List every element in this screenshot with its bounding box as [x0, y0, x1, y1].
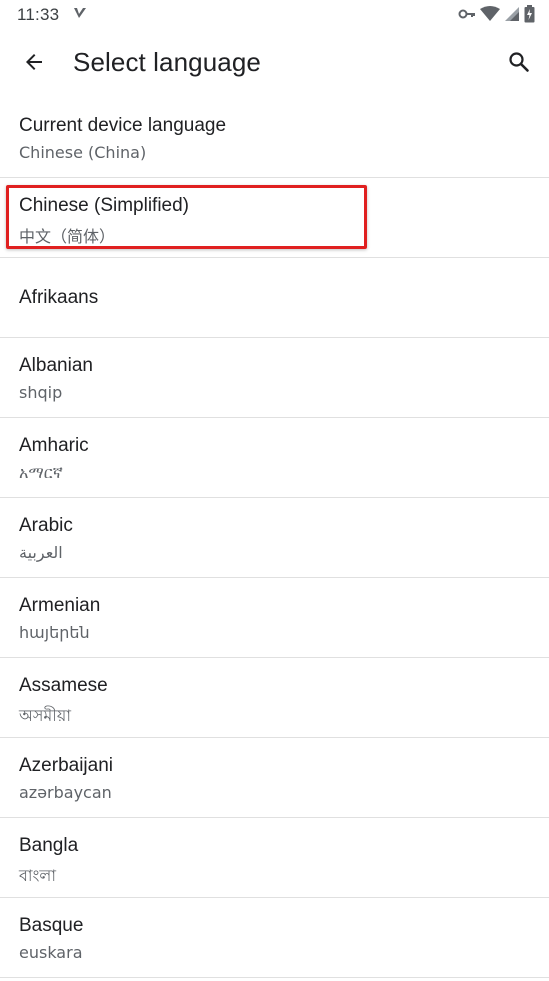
back-button[interactable]: [14, 44, 54, 84]
language-item-amharic[interactable]: Amharic አማርኛ: [0, 418, 549, 498]
language-native-name: shqip: [19, 383, 63, 402]
language-item-current-device[interactable]: Current device language Chinese (China): [0, 98, 549, 178]
language-item-bangla[interactable]: Bangla বাংলা: [0, 818, 549, 898]
language-name: Chinese (Simplified): [19, 195, 190, 216]
language-item-armenian[interactable]: Armenian հայերեն: [0, 578, 549, 658]
language-name: Assamese: [19, 675, 108, 696]
language-name: Basque: [19, 915, 84, 936]
language-name: Bangla: [19, 835, 79, 856]
language-native-name: العربية: [19, 543, 63, 562]
status-icons: [458, 5, 535, 28]
language-list: Current device language Chinese (China) …: [0, 98, 549, 978]
language-name: Albanian: [19, 355, 93, 376]
search-icon: [507, 50, 531, 79]
arrow-back-icon: [22, 50, 46, 79]
status-time: 11:33: [17, 5, 60, 24]
language-native-name: অসমীয়া: [19, 706, 71, 725]
language-native-name: հայերեն: [19, 623, 90, 642]
language-native-name: azərbaycan: [19, 783, 112, 802]
language-name: Current device language: [19, 115, 227, 136]
language-name: Armenian: [19, 595, 101, 616]
language-item-chinese-simplified[interactable]: Chinese (Simplified) 中文（简体）: [0, 178, 549, 258]
language-native-name: Chinese (China): [19, 143, 147, 162]
language-item-albanian[interactable]: Albanian shqip: [0, 338, 549, 418]
page-title: Select language: [73, 47, 261, 77]
language-name: Amharic: [19, 435, 89, 456]
language-name: Afrikaans: [19, 287, 99, 308]
language-native-name: euskara: [19, 943, 83, 962]
wifi-icon: [480, 6, 500, 27]
cell-signal-icon: [504, 6, 520, 27]
battery-charging-icon: [524, 5, 535, 28]
language-name: Azerbaijani: [19, 755, 113, 776]
language-item-azerbaijani[interactable]: Azerbaijani azərbaycan: [0, 738, 549, 818]
status-bar: 11:33: [0, 0, 549, 30]
language-item-assamese[interactable]: Assamese অসমীয়া: [0, 658, 549, 738]
language-native-name: አማርኛ: [19, 463, 63, 482]
vpn-key-icon: [458, 7, 476, 26]
app-notification-icon: [72, 6, 88, 27]
search-button[interactable]: [499, 44, 539, 84]
language-item-arabic[interactable]: Arabic العربية: [0, 498, 549, 578]
language-item-basque[interactable]: Basque euskara: [0, 898, 549, 978]
app-bar: Select language: [0, 30, 549, 98]
language-native-name: বাংলা: [19, 866, 56, 885]
language-name: Arabic: [19, 515, 73, 536]
language-native-name: 中文（简体）: [19, 227, 116, 246]
language-item-afrikaans[interactable]: Afrikaans: [0, 258, 549, 338]
